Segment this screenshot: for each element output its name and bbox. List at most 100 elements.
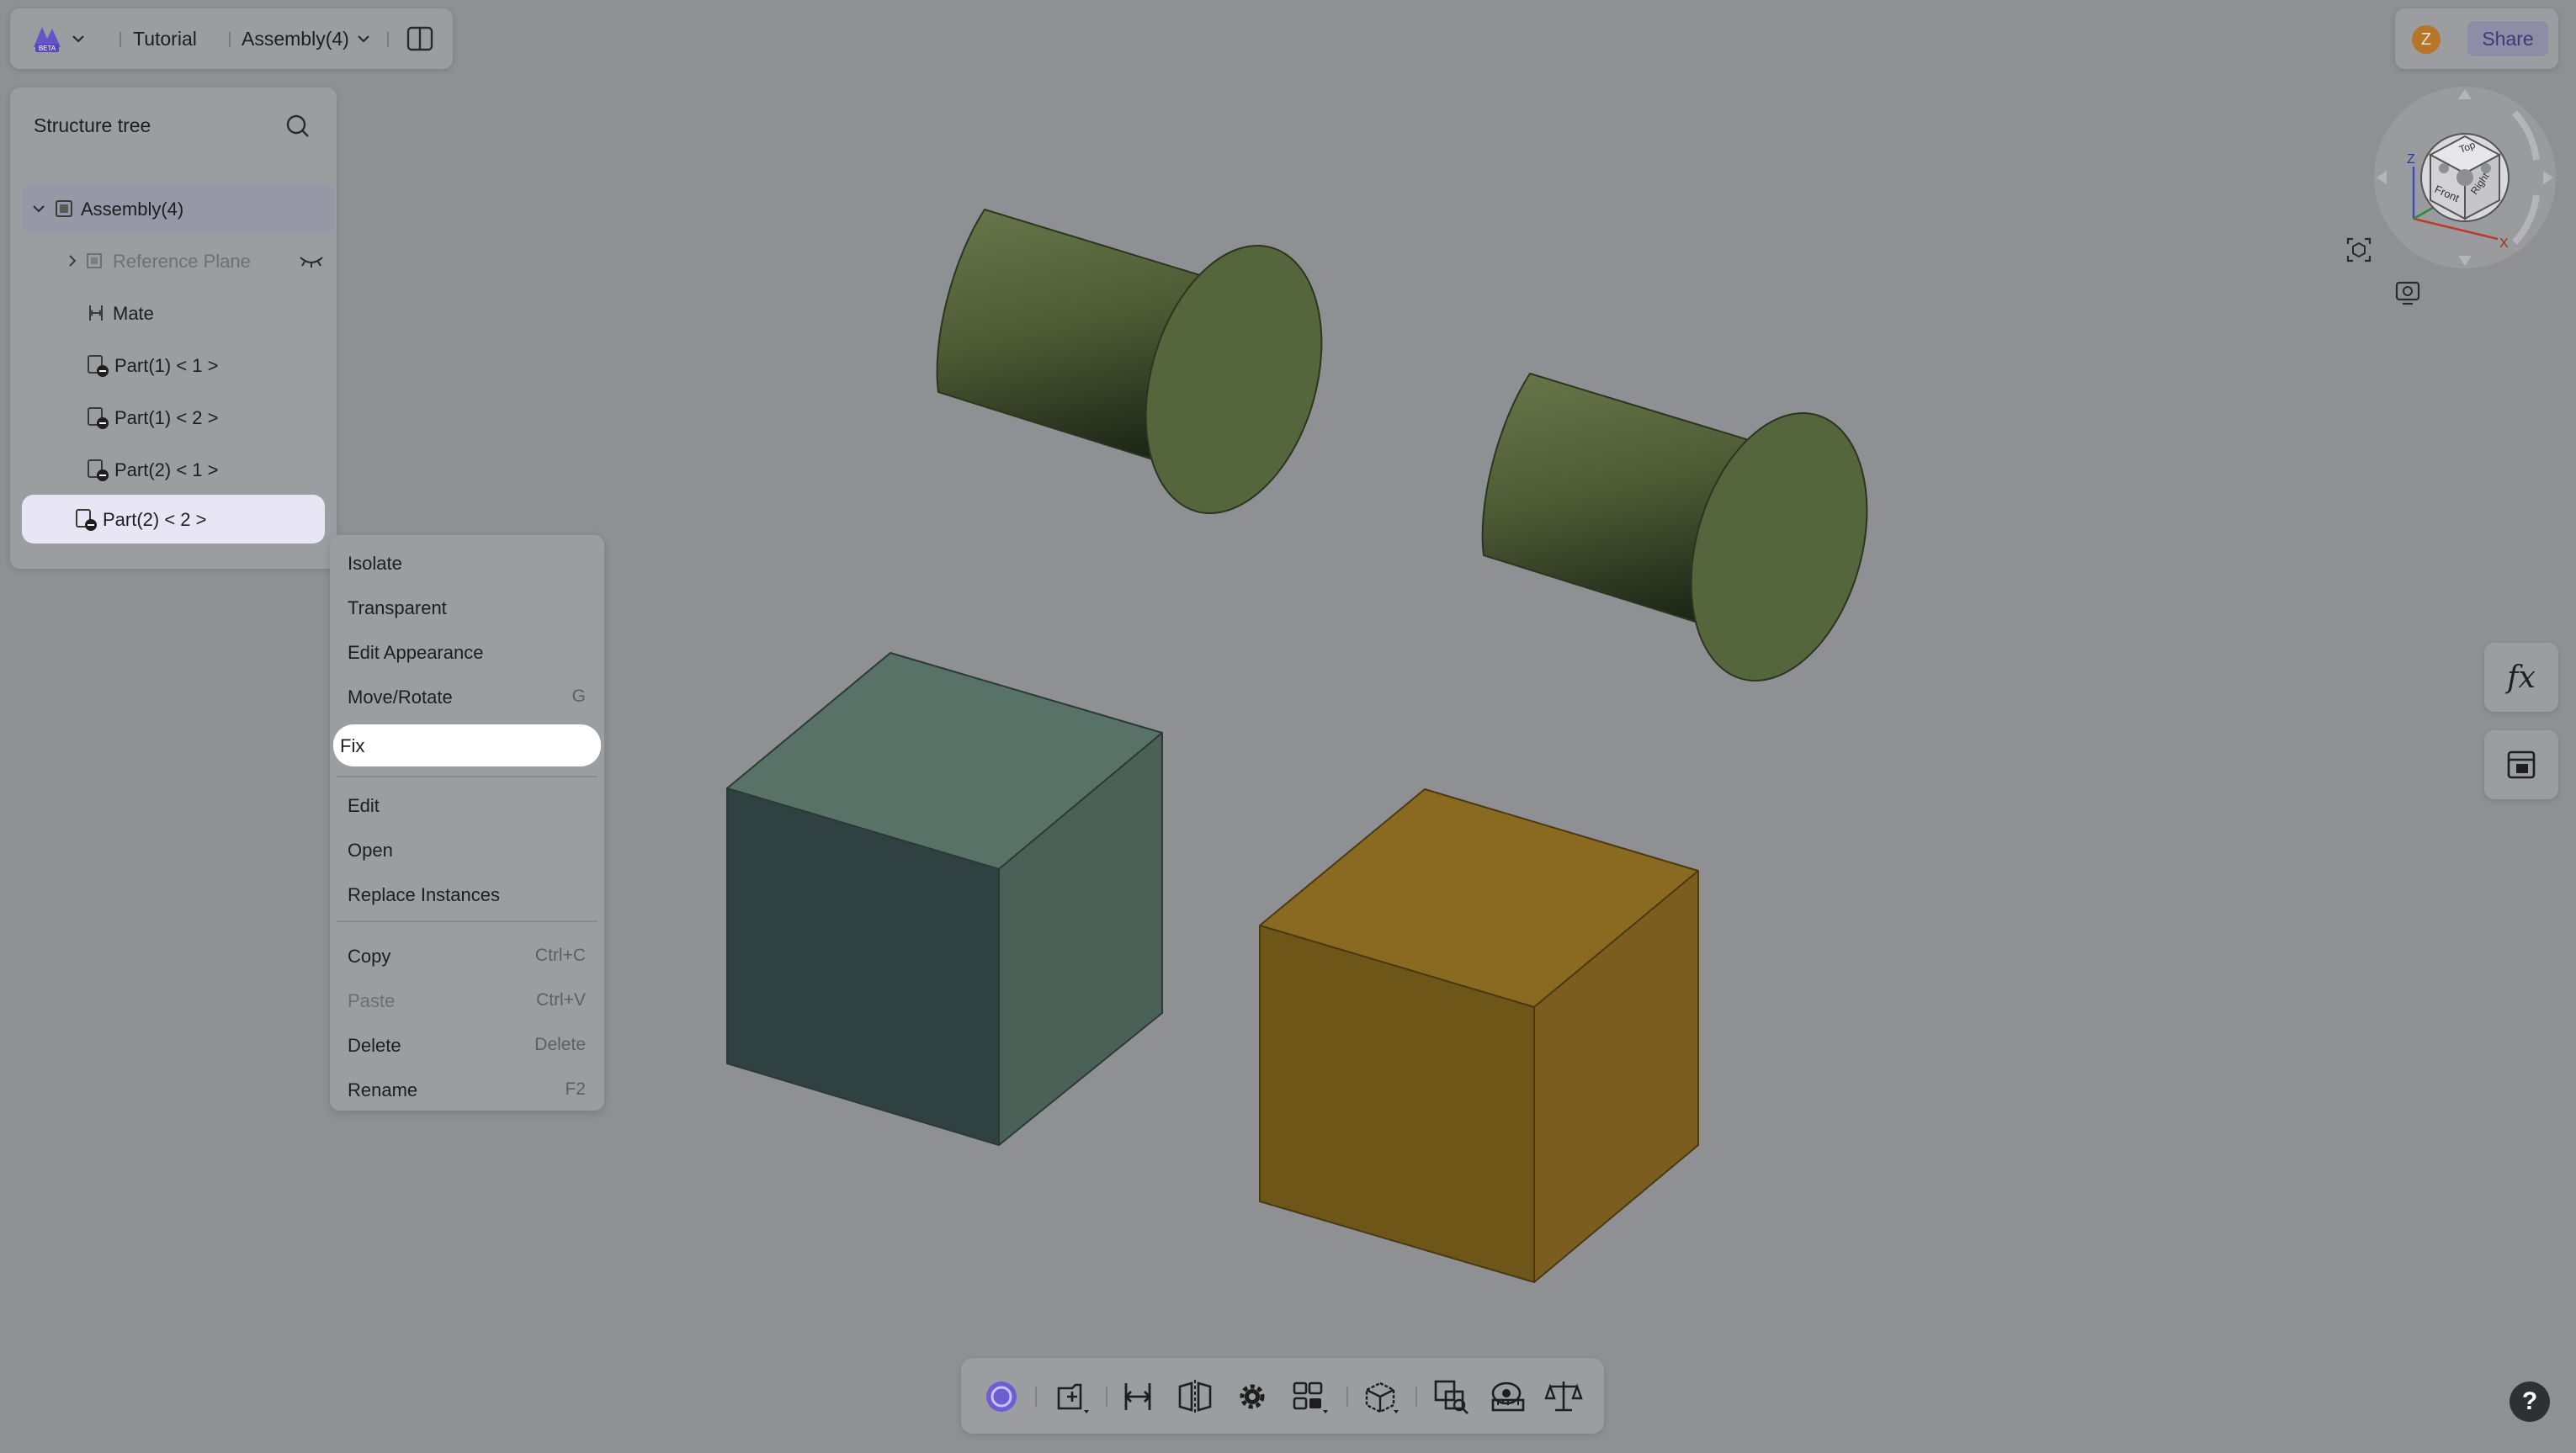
panel-toggle-button[interactable] (406, 8, 434, 69)
explode-view-icon[interactable] (1360, 1376, 1400, 1417)
formula-button[interactable]: fx (2484, 643, 2558, 712)
part-instance-icon (88, 459, 109, 481)
panel-toggle-icon (406, 26, 433, 51)
toolbar-divider (1106, 1387, 1107, 1407)
display-mode-icon[interactable] (2393, 279, 2422, 308)
top-bar: BETA Tutorial Assembly(4) (10, 8, 453, 69)
reference-plane-icon (87, 253, 102, 268)
part-instance-icon (88, 355, 109, 377)
menu-item-label: Move/Rotate (348, 687, 453, 708)
interference-check-icon[interactable] (1431, 1376, 1471, 1417)
menu-item-label: Isolate (348, 553, 402, 574)
search-icon[interactable] (284, 113, 311, 140)
menu-item-isolate[interactable]: Isolate (330, 542, 604, 584)
tree-item-label: Part(2) < 2 > (103, 509, 207, 530)
chevron-right-icon[interactable] (64, 252, 81, 269)
tree-item-label: Assembly(4) (81, 199, 184, 220)
menu-item-open[interactable]: Open (330, 829, 604, 871)
rotate-mode-icon[interactable] (981, 1376, 1022, 1417)
menu-item-shortcut: Delete (534, 1035, 586, 1054)
menu-item-edit-appearance[interactable]: Edit Appearance (330, 631, 604, 673)
menu-item-label: Replace Instances (348, 884, 500, 905)
menu-item-shortcut: F2 (565, 1079, 586, 1099)
menu-item-label: Edit Appearance (348, 642, 484, 663)
divider (387, 32, 389, 47)
structure-tree-panel: Structure tree Assembly(4) Reference Pla… (10, 87, 337, 569)
assembly-icon (56, 200, 72, 217)
tree-item-part[interactable]: Part(1) < 1 > (22, 342, 335, 389)
cylinder-part-2[interactable] (1481, 372, 1896, 702)
variables-table-icon (2507, 750, 2536, 779)
tree-item-reference-plane[interactable]: Reference Plane (22, 237, 335, 284)
divider (229, 32, 231, 47)
view-cube-widget[interactable]: Z X Top Front Right (2372, 84, 2558, 271)
menu-item-label: Delete (348, 1035, 401, 1056)
menu-item-label: Edit (348, 795, 380, 816)
menu-divider (337, 920, 598, 922)
mate-icon[interactable] (1118, 1376, 1158, 1417)
axis-z-label: Z (2407, 152, 2415, 167)
menu-item-paste: Paste Ctrl+V (330, 979, 604, 1021)
menu-item-label: Paste (348, 990, 396, 1011)
menu-item-edit[interactable]: Edit (330, 784, 604, 826)
help-button[interactable]: ? (2510, 1381, 2550, 1422)
svg-text:BETA: BETA (39, 45, 56, 52)
menu-item-delete[interactable]: Delete Delete (330, 1024, 604, 1066)
menu-item-transparent[interactable]: Transparent (330, 586, 604, 628)
menu-item-fix[interactable]: Fix (333, 724, 601, 766)
menu-item-label: Copy (348, 946, 391, 967)
mirror-icon[interactable] (1175, 1376, 1215, 1417)
tree-item-assembly[interactable]: Assembly(4) (22, 185, 335, 232)
share-button[interactable]: Share (2467, 21, 2548, 56)
part-instance-icon (76, 509, 97, 531)
tree-item-part[interactable]: Part(1) < 2 > (22, 394, 335, 441)
divider (120, 32, 121, 47)
tree-item-mate[interactable]: Mate (22, 289, 335, 337)
menu-item-move-rotate[interactable]: Move/Rotate G (330, 676, 604, 718)
tree-item-part-selected[interactable]: Part(2) < 2 > (22, 495, 325, 544)
cylinder-part-1[interactable] (936, 208, 1352, 534)
part-instance-icon (88, 407, 109, 429)
chevron-down-icon (358, 35, 369, 43)
settings-gear-icon[interactable] (1232, 1376, 1272, 1417)
tree-item-label: Part(1) < 1 > (114, 355, 219, 376)
tree-item-label: Mate (113, 303, 154, 324)
bottom-toolbar (961, 1358, 1604, 1434)
tree-item-label: Part(1) < 2 > (114, 407, 219, 428)
cube-part-orange[interactable] (1259, 788, 1699, 1283)
menu-item-shortcut: G (571, 687, 586, 706)
mass-properties-icon[interactable] (1543, 1376, 1584, 1417)
context-menu: Isolate Transparent Edit Appearance Move… (330, 535, 604, 1111)
menu-item-replace-instances[interactable]: Replace Instances (330, 873, 604, 915)
tree-item-part[interactable]: Part(2) < 1 > (22, 446, 335, 493)
measure-icon[interactable] (1488, 1376, 1528, 1417)
view-cube[interactable]: Top Front Right (2420, 133, 2510, 222)
help-icon: ? (2521, 1387, 2538, 1415)
pattern-icon[interactable] (1289, 1376, 1330, 1417)
breadcrumb-project[interactable]: Tutorial (133, 8, 197, 69)
menu-item-shortcut: Ctrl+C (534, 946, 586, 965)
menu-item-label: Rename (348, 1079, 418, 1100)
menu-item-label: Transparent (348, 597, 447, 618)
share-label: Share (2482, 27, 2534, 50)
fit-view-icon[interactable] (2345, 236, 2373, 264)
toolbar-divider (1415, 1387, 1417, 1407)
insert-part-icon[interactable] (1052, 1376, 1092, 1417)
avatar[interactable]: Z (2412, 25, 2441, 54)
variables-table-button[interactable] (2484, 730, 2558, 799)
menu-item-shortcut: Ctrl+V (536, 990, 586, 1010)
app-logo-icon: BETA (34, 27, 61, 52)
document-name: Assembly(4) (242, 27, 349, 50)
tree-item-label: Part(2) < 1 > (114, 459, 219, 480)
menu-item-rename[interactable]: Rename F2 (330, 1069, 604, 1111)
formula-icon: fx (2507, 660, 2536, 695)
share-panel: Z Share (2395, 8, 2558, 69)
cube-part-teal[interactable] (726, 652, 1163, 1146)
toolbar-divider (1035, 1387, 1037, 1407)
hidden-eye-icon[interactable] (298, 252, 325, 269)
menu-item-copy[interactable]: Copy Ctrl+C (330, 935, 604, 977)
document-switcher[interactable]: Assembly(4) (242, 8, 373, 69)
chevron-down-icon[interactable] (30, 200, 47, 217)
app-menu-button[interactable]: BETA (30, 8, 88, 69)
axis-x-label: X (2499, 236, 2509, 251)
